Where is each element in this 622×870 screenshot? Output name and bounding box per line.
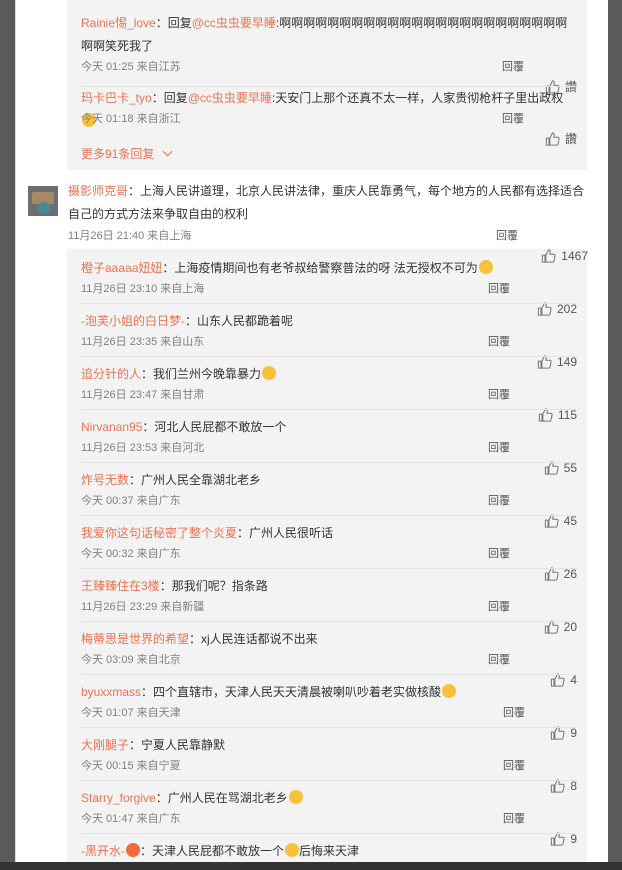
taskbar xyxy=(0,862,622,870)
like-button[interactable]: 讚 xyxy=(545,129,577,149)
comment-text: ：上海人民讲道理，北京人民讲法律，重庆人民靠勇气，每个地方的人民都有选择适合自己… xyxy=(68,184,585,221)
reply-text: ：宁夏人民靠静默 xyxy=(129,738,226,752)
reply-author[interactable]: -黑开水- xyxy=(81,844,125,858)
reply-text: ：四个直辖市，天津人民天天清晨被喇叭吵着老实做核酸 xyxy=(141,685,442,699)
reply-button[interactable]: 回覆 xyxy=(503,703,525,723)
reply-meta: 11月26日 23:35 来自山东 xyxy=(81,336,205,348)
reply-button[interactable]: 回覆 xyxy=(488,332,510,352)
divider xyxy=(81,780,577,781)
thumbs-up-emoji-icon xyxy=(478,260,493,274)
list-item: 炸号无数：广州人民全靠湖北老乡 今天 00:37 来自广东 回覆 45 xyxy=(81,469,577,528)
divider xyxy=(81,833,577,834)
reply-text: ：广州人民全靠湖北老乡 xyxy=(129,473,262,487)
reply-meta: 11月26日 23:10 来自上海 xyxy=(81,283,205,295)
list-item: -黑开水- ：天津人民屁都不敢放一个 后悔来天津 xyxy=(81,843,360,858)
divider xyxy=(81,621,577,622)
reply-button[interactable]: 回覆 xyxy=(488,438,510,458)
reply-button[interactable]: 回覆 xyxy=(488,491,510,511)
reply-author[interactable]: -泡芙小姐的白日梦- xyxy=(81,314,185,328)
reply-text: ：广州人民在骂湖北老乡 xyxy=(155,791,288,805)
list-item: 王臻臻住在3楼：那我们呢？指条路 11月26日 23:29 来自新疆 回覆 20 xyxy=(81,575,577,634)
divider xyxy=(81,462,577,463)
reply-meta: 今天 00:37 来自广东 xyxy=(81,495,181,507)
reply-author[interactable]: 炸号无数 xyxy=(81,473,129,487)
list-item: 我爱你这句话秘密了整个炎夏：广州人民很听话 今天 00:32 来自广东 回覆 26 xyxy=(81,522,577,581)
reply-meta: 11月26日 23:47 来自甘肃 xyxy=(81,389,205,401)
mention-link[interactable]: @cc虫虫要早睡 xyxy=(192,16,276,30)
list-item: 大刚腿子：宁夏人民靠静默 今天 00:15 来自宁夏 回覆 8 xyxy=(81,734,577,793)
divider xyxy=(81,568,577,569)
smile-emoji-icon xyxy=(288,790,303,804)
reply-meta: 今天 01:47 来自广东 xyxy=(81,813,181,825)
list-item: Starry_forgive：广州人民在骂湖北老乡今天 01:47 来自广东 回… xyxy=(81,787,577,846)
reply-author[interactable]: 大刚腿子 xyxy=(81,738,129,752)
comment-meta: 11月26日 21:40 来自上海 xyxy=(68,230,192,242)
reply-text: ：xj人民连话都说不出来 xyxy=(189,632,318,646)
reply-button[interactable]: 回覆 xyxy=(488,597,510,617)
reply-meta: 今天 00:32 来自广东 xyxy=(81,548,181,560)
reply-meta: 今天 01:18 来自浙江 xyxy=(81,113,181,125)
chevron-down-icon xyxy=(162,146,173,157)
list-item: 追分针的人：我们兰州今晚靠暴力 11月26日 23:47 来自甘肃 回覆 115 xyxy=(81,363,577,422)
reply-author[interactable]: 橙子aaaaa妞妞 xyxy=(81,261,162,275)
reply-author[interactable]: 王臻臻住在3楼 xyxy=(81,579,160,593)
reply-author[interactable]: byuxxmass xyxy=(81,685,141,699)
list-item: 梅蒂思是世界的希望：xj人民连话都说不出来 今天 03:09 来自北京 回覆 4 xyxy=(81,628,577,687)
reply-button[interactable]: 回覆 xyxy=(503,809,525,829)
reply-text: ：那我们呢？指条路 xyxy=(159,579,268,593)
laughing-emoji-icon xyxy=(262,366,277,380)
list-item: -泡芙小姐的白日梦-：山东人民都跪着呢 11月26日 23:35 来自山东 回覆 … xyxy=(81,310,577,369)
divider xyxy=(81,409,577,410)
reply-author[interactable]: 梅蒂思是世界的希望 xyxy=(81,632,189,646)
divider xyxy=(81,303,577,304)
reply-meta: 今天 00:15 来自宁夏 xyxy=(81,760,181,772)
comment-author[interactable]: 摄影师克哥 xyxy=(68,184,128,198)
reply-author[interactable]: 追分针的人 xyxy=(81,367,141,381)
reply-author[interactable]: 我爱你这句话秘密了整个炎夏 xyxy=(81,526,237,540)
list-item: 橙子aaaaa妞妞：上海疫情期间也有老爷叔给警察普法的呀 法无授权不可为 11月2… xyxy=(81,257,577,316)
list-item: 玛卡巴卡_tyo：回复@cc虫虫要早睡:天安门上那个还真不太一样，人家贵彻枪杆子… xyxy=(81,87,577,146)
reply-text: :天安门上那个还真不太一样，人家贵彻枪杆子里出政权 xyxy=(271,91,564,105)
avatar[interactable] xyxy=(28,186,58,216)
reply-text: ：广州人民很听话 xyxy=(237,526,334,540)
reply-button[interactable]: 回覆 xyxy=(496,226,518,246)
flame-emoji-icon xyxy=(126,843,140,857)
reply-button[interactable]: 回覆 xyxy=(502,57,524,77)
left-divider xyxy=(15,0,16,870)
reply-button[interactable]: 回覆 xyxy=(502,109,524,129)
reply-button[interactable]: 回覆 xyxy=(488,650,510,670)
reply-author[interactable]: 玛卡巴卡_tyo xyxy=(81,91,152,105)
reply-meta: 今天 01:07 来自天津 xyxy=(81,707,181,719)
shocked-emoji-icon xyxy=(442,684,457,698)
reply-text: ：我们兰州今晚靠暴力 xyxy=(141,367,262,381)
reply-meta: 11月26日 23:53 来自河北 xyxy=(81,442,205,454)
list-item: Rainie惕_love：回复@cc虫虫要早睡:啊啊啊啊啊啊啊啊啊啊啊啊啊啊啊啊… xyxy=(81,12,577,94)
list-item: byuxxmass：四个直辖市，天津人民天天清晨被喇叭吵着老实做核酸今天 01:… xyxy=(81,681,577,740)
more-replies-link[interactable]: 更多91条回复 xyxy=(81,145,173,162)
reply-button[interactable]: 回覆 xyxy=(488,544,510,564)
reply-text: ：山东人民都跪着呢 xyxy=(185,314,294,328)
comment-item: 摄影师克哥：上海人民讲道理，北京人民讲法律，重庆人民靠勇气，每个地方的人民都有选… xyxy=(68,180,588,263)
divider xyxy=(81,674,577,675)
divider xyxy=(81,356,577,357)
mention-link[interactable]: @cc虫虫要早睡 xyxy=(188,91,272,105)
reply-text: ：上海疫情期间也有老爷叔给警察普法的呀 法无授权不可为 xyxy=(162,261,478,275)
divider xyxy=(81,727,577,728)
reply-text: ：河北人民屁都不敢放一个 xyxy=(142,420,287,434)
reply-text: ：天津人民屁都不敢放一个 xyxy=(140,844,285,858)
list-item: Nirvanan95：河北人民屁都不敢放一个 11月26日 23:53 来自河北 … xyxy=(81,416,577,475)
reply-meta: 11月26日 23:29 来自新疆 xyxy=(81,601,205,613)
reply-meta: 今天 01:25 来自江苏 xyxy=(81,61,181,73)
thumbs-up-icon xyxy=(545,132,560,146)
reply-button[interactable]: 回覆 xyxy=(503,756,525,776)
divider xyxy=(81,515,577,516)
reply-button[interactable]: 回覆 xyxy=(488,385,510,405)
reply-button[interactable]: 回覆 xyxy=(488,279,510,299)
reply-author[interactable]: Rainie惕_love xyxy=(81,16,156,30)
reply-author[interactable]: Starry_forgive xyxy=(81,791,156,805)
reply-author[interactable]: Nirvanan95 xyxy=(81,420,142,434)
reply-meta: 今天 03:09 来自北京 xyxy=(81,654,181,666)
laughing-emoji-icon xyxy=(285,843,300,857)
